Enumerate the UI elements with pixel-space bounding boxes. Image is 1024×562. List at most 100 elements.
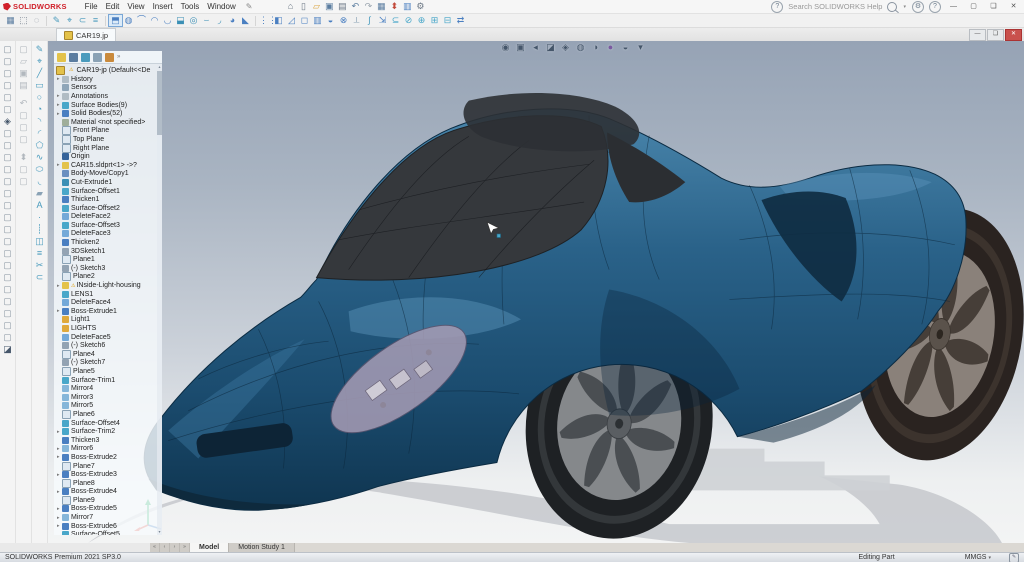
zoom-to-fit-icon[interactable]: ◉ bbox=[500, 42, 511, 53]
close-button[interactable]: ✕ bbox=[1006, 1, 1021, 12]
tree-item[interactable]: ▸CAR15.sldprt<1> ->? bbox=[54, 161, 157, 170]
curves-icon[interactable]: ∫ bbox=[363, 15, 376, 26]
tree-item[interactable]: ▸Boss-Extrude3 bbox=[54, 470, 157, 479]
tangent-arc-icon[interactable]: ◝ bbox=[34, 115, 46, 127]
section-view-icon[interactable]: ◪ bbox=[545, 42, 556, 53]
undo-icon[interactable]: ↶ bbox=[349, 1, 361, 12]
file-properties-icon[interactable]: ▥ bbox=[401, 1, 413, 12]
filter-edges-icon[interactable]: ▢ bbox=[2, 79, 14, 91]
extruded-cut-icon[interactable]: ⬓ bbox=[174, 15, 187, 26]
mouse-gestures-icon[interactable]: ▢ bbox=[2, 43, 14, 55]
lasso-select-icon[interactable]: ◌ bbox=[30, 15, 43, 26]
first-tab-icon[interactable]: « bbox=[150, 543, 160, 552]
display-style-icon[interactable]: ◍ bbox=[575, 42, 586, 53]
revolved-boss-icon[interactable]: ◍ bbox=[122, 15, 135, 26]
thicken-icon[interactable]: ⊞ bbox=[428, 15, 441, 26]
convert-entities-icon[interactable]: ⊂ bbox=[76, 15, 89, 26]
maximize-button[interactable]: ▢ bbox=[966, 1, 981, 12]
centerpoint-arc-icon[interactable]: ◔ bbox=[34, 103, 46, 115]
select-filter-icon[interactable]: ▢ bbox=[2, 55, 14, 67]
print-icon[interactable]: ▤ bbox=[18, 79, 30, 91]
open-icon[interactable]: ▱ bbox=[310, 1, 322, 12]
offset-entities-icon[interactable]: ≡ bbox=[34, 247, 46, 259]
child-restore-button[interactable]: ❏ bbox=[987, 29, 1004, 41]
undo-icon[interactable]: ↶ bbox=[18, 97, 30, 109]
tab-propertymanager[interactable] bbox=[69, 53, 78, 62]
trim-entities-icon[interactable]: ✂ bbox=[34, 259, 46, 271]
instant3d-icon[interactable]: ⇲ bbox=[376, 15, 389, 26]
tree-item[interactable]: ▸Boss-Extrude4 bbox=[54, 488, 157, 497]
standard-views-icon[interactable]: ▢ bbox=[2, 127, 14, 139]
isometric-view-icon[interactable]: ▢ bbox=[2, 211, 14, 223]
intersect-icon[interactable]: ⊗ bbox=[337, 15, 350, 26]
plane-tool-icon[interactable]: ▰ bbox=[34, 187, 46, 199]
sketch-fillet-icon[interactable]: ◟ bbox=[34, 175, 46, 187]
knit-surface-icon[interactable]: ⊕ bbox=[415, 15, 428, 26]
select-icon[interactable]: ▦ bbox=[4, 15, 17, 26]
select-icon[interactable]: ▦ bbox=[375, 1, 387, 12]
smart-dimension-icon[interactable]: ⌖ bbox=[34, 55, 46, 67]
shaded-icon[interactable]: ▢ bbox=[2, 307, 14, 319]
options-icon[interactable]: ⚙ bbox=[414, 1, 426, 12]
car-model-3d-view[interactable] bbox=[48, 41, 1024, 543]
tree-item[interactable]: ▸Boss-Extrude6 bbox=[54, 522, 157, 531]
tab-motion-study-1[interactable]: Motion Study 1 bbox=[229, 543, 295, 552]
tree-item[interactable]: (-) Sketch3 bbox=[54, 264, 157, 273]
feature-tree-scrollbar[interactable]: ▴ ▾ bbox=[157, 64, 162, 535]
text-icon[interactable]: A bbox=[34, 199, 46, 211]
tree-item[interactable]: ▸Boss-Extrude5 bbox=[54, 505, 157, 514]
open-icon[interactable]: ▱ bbox=[18, 55, 30, 67]
bottom-view-icon[interactable]: ▢ bbox=[2, 199, 14, 211]
view-settings-icon[interactable]: ▾ bbox=[635, 42, 646, 53]
tree-item[interactable]: DeleteFace4 bbox=[54, 298, 157, 307]
tree-item[interactable]: (-) Sketch7 bbox=[54, 359, 157, 368]
menu-file[interactable]: File bbox=[85, 2, 98, 11]
menu-insert[interactable]: Insert bbox=[153, 2, 173, 11]
tree-item[interactable]: Front Plane bbox=[54, 127, 157, 136]
search-caret-icon[interactable]: ▾ bbox=[903, 4, 906, 10]
top-view-icon[interactable]: ▢ bbox=[2, 187, 14, 199]
tree-item[interactable]: Plane1 bbox=[54, 255, 157, 264]
previous-tab-icon[interactable]: ‹ bbox=[160, 543, 170, 552]
surface-trim-icon[interactable]: ⊘ bbox=[402, 15, 415, 26]
minimize-button[interactable]: — bbox=[946, 1, 961, 12]
menu-window[interactable]: Window bbox=[207, 2, 235, 11]
draft-icon[interactable]: ◿ bbox=[285, 15, 298, 26]
next-tab-icon[interactable]: › bbox=[170, 543, 180, 552]
front-view-icon[interactable]: ▢ bbox=[2, 139, 14, 151]
tree-item[interactable]: Plane2 bbox=[54, 273, 157, 282]
tree-item[interactable]: ▸⚠INside-Light-housing bbox=[54, 281, 157, 290]
mirror-entities-icon[interactable]: ◫ bbox=[34, 235, 46, 247]
lofted-boss-icon[interactable]: ◠ bbox=[148, 15, 161, 26]
shell-icon[interactable]: ◻ bbox=[298, 15, 311, 26]
tree-item[interactable]: Surface-Trim1 bbox=[54, 376, 157, 385]
tree-item[interactable]: Mirror5 bbox=[54, 402, 157, 411]
ellipse-icon[interactable]: ⬭ bbox=[34, 163, 46, 175]
tree-item[interactable]: DeleteFace3 bbox=[54, 230, 157, 239]
filter-faces-icon[interactable]: ▢ bbox=[2, 91, 14, 103]
right-view-icon[interactable]: ▢ bbox=[2, 175, 14, 187]
custom-properties-icon[interactable]: ✎ bbox=[1009, 553, 1019, 562]
restore-button[interactable]: ❏ bbox=[986, 1, 1001, 12]
tree-item[interactable]: Sensors bbox=[54, 84, 157, 93]
tree-item[interactable]: Right Plane bbox=[54, 144, 157, 153]
cut-icon[interactable]: ▢ bbox=[18, 109, 30, 121]
menu-tools[interactable]: Tools bbox=[181, 2, 200, 11]
rebuild-icon[interactable]: ⬍ bbox=[18, 151, 30, 163]
tree-item[interactable]: ▸Boss-Extrude2 bbox=[54, 453, 157, 462]
tree-item[interactable]: Mirror3 bbox=[54, 393, 157, 402]
scroll-up-icon[interactable]: ▴ bbox=[157, 64, 162, 70]
linear-pattern-icon[interactable]: ⋮⋮ bbox=[259, 15, 272, 26]
help-globe-icon[interactable]: ? bbox=[771, 1, 783, 13]
save-icon[interactable]: ▣ bbox=[18, 67, 30, 79]
chamfer-icon[interactable]: ◣ bbox=[239, 15, 252, 26]
hidden-lines-removed-icon[interactable]: ▢ bbox=[2, 283, 14, 295]
boundary-boss-icon[interactable]: ◡ bbox=[161, 15, 174, 26]
view-orientation-icon[interactable]: ◈ bbox=[2, 115, 14, 127]
reference-geometry-icon[interactable]: ⟂ bbox=[350, 15, 363, 26]
tree-item[interactable]: Light1 bbox=[54, 316, 157, 325]
document-tab[interactable]: CAR19.jp bbox=[56, 28, 116, 41]
polygon-icon[interactable]: ⬠ bbox=[34, 139, 46, 151]
spline-icon[interactable]: ∿ bbox=[34, 151, 46, 163]
tab-displaymanager[interactable] bbox=[105, 53, 114, 62]
